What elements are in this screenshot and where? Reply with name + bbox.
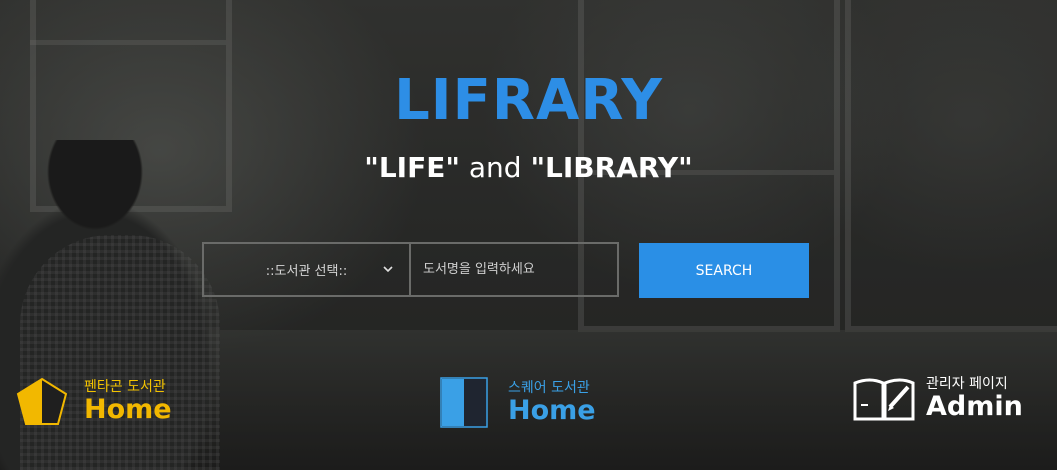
admin-page-label: 관리자 페이지 <box>926 376 1008 392</box>
library-select-value: ::도서관 선택:: <box>265 264 348 279</box>
search-form: ::도서관 선택:: <box>202 242 619 297</box>
square-library-home-link[interactable]: 스퀘어 도서관 Home <box>440 377 596 429</box>
tagline-and: and <box>459 151 531 184</box>
library-select[interactable]: ::도서관 선택:: <box>204 244 411 295</box>
tagline: "LIFE" and "LIBRARY" <box>0 151 1057 184</box>
pentagon-library-label: 펜타곤 도서관 <box>84 379 166 395</box>
square-home-label: Home <box>508 395 596 426</box>
admin-label: Admin <box>926 391 1023 422</box>
square-library-label: 스퀘어 도서관 <box>508 380 590 396</box>
admin-page-link[interactable]: 관리자 페이지 Admin <box>852 375 1023 423</box>
pentagon-home-label: Home <box>84 394 172 425</box>
pentagon-icon <box>16 377 68 425</box>
brand-title: LIFRARY <box>394 68 663 133</box>
book-search-input[interactable] <box>411 244 617 295</box>
search-button[interactable]: SEARCH <box>639 243 809 298</box>
square-icon <box>440 377 488 428</box>
chevron-down-icon <box>383 266 393 273</box>
pentagon-library-home-link[interactable]: 펜타곤 도서관 Home <box>14 376 172 428</box>
tagline-life: "LIFE" <box>364 151 460 184</box>
book-pen-icon <box>853 378 915 421</box>
tagline-library: "LIBRARY" <box>530 151 693 184</box>
